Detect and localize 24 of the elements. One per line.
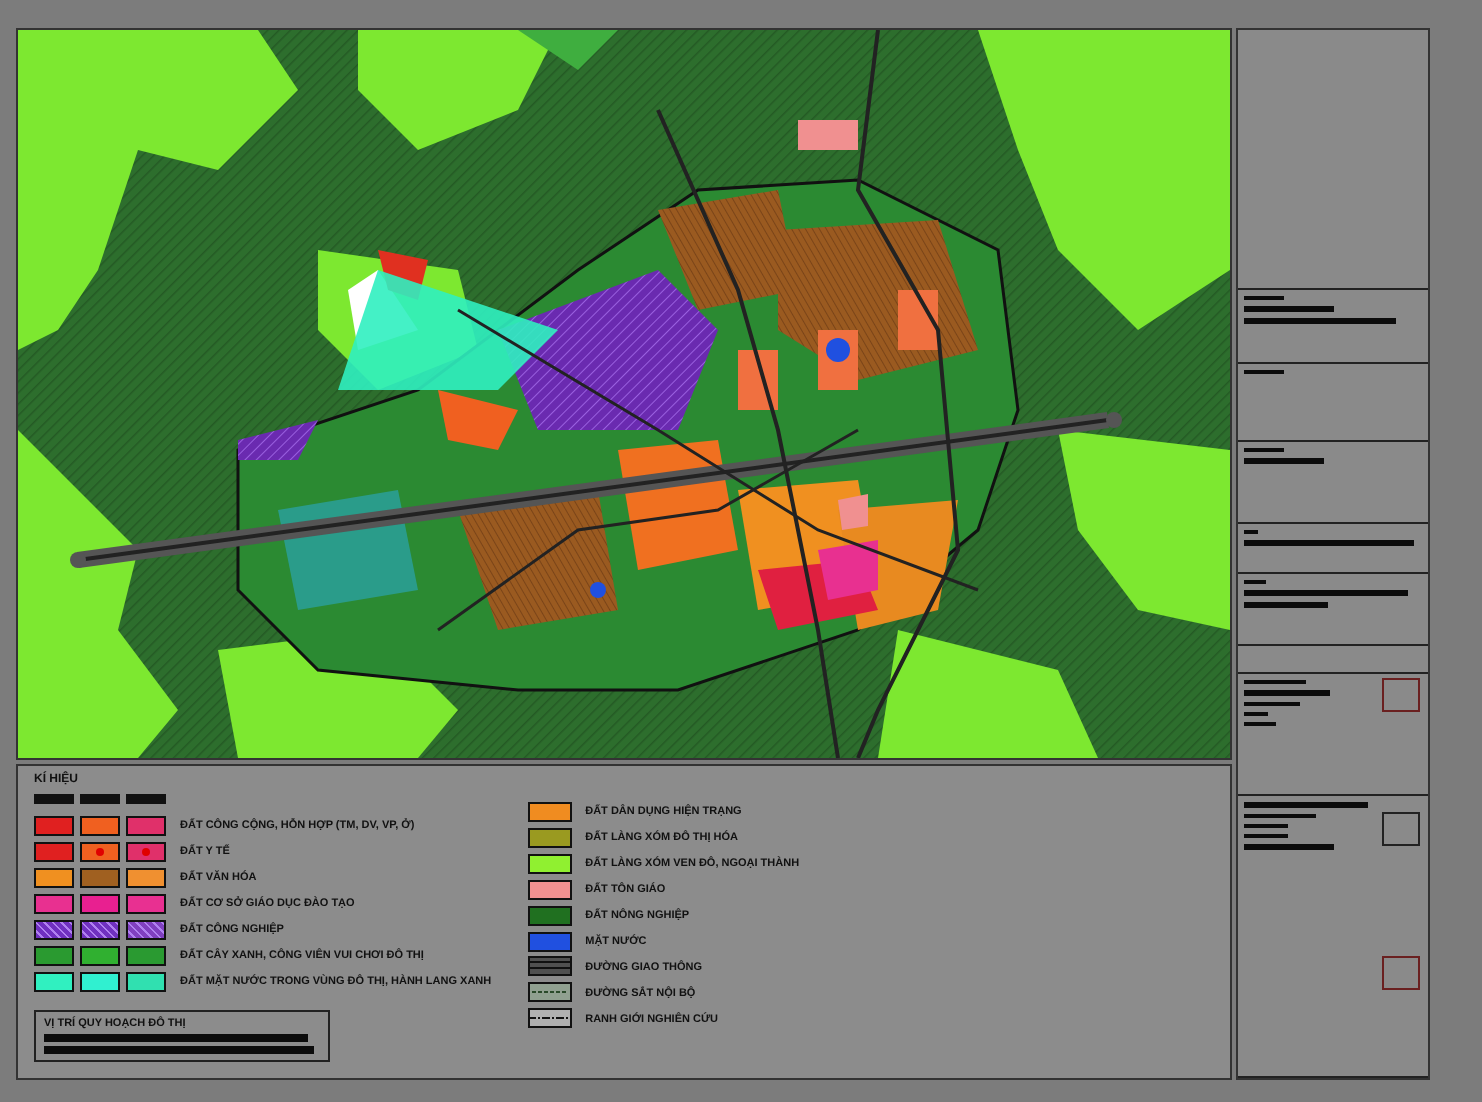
column-header-bar [80,794,120,804]
text-bar [1244,843,1333,850]
stamp-box [1382,811,1420,846]
text-bar [1244,813,1316,818]
text-bar [1244,305,1333,312]
text-bar [1244,712,1269,717]
text-bar [1244,702,1301,707]
text-bar [1244,580,1266,585]
text-bar [1244,722,1277,727]
text-bar [1244,295,1284,300]
stamp-box [1382,955,1420,990]
text-bar [1244,458,1325,465]
text-bar [1244,680,1307,685]
column-header-bar [126,794,166,804]
text-bar [1244,801,1369,808]
text-bar [1244,833,1289,838]
text-bar [1244,823,1289,828]
text-bar [1244,530,1259,535]
text-bar [1244,690,1330,697]
text-bar [1244,602,1328,609]
stamp-box [1382,678,1420,713]
text-bar [1244,448,1284,453]
text-bar [1244,370,1284,375]
column-header-bar [34,794,74,804]
